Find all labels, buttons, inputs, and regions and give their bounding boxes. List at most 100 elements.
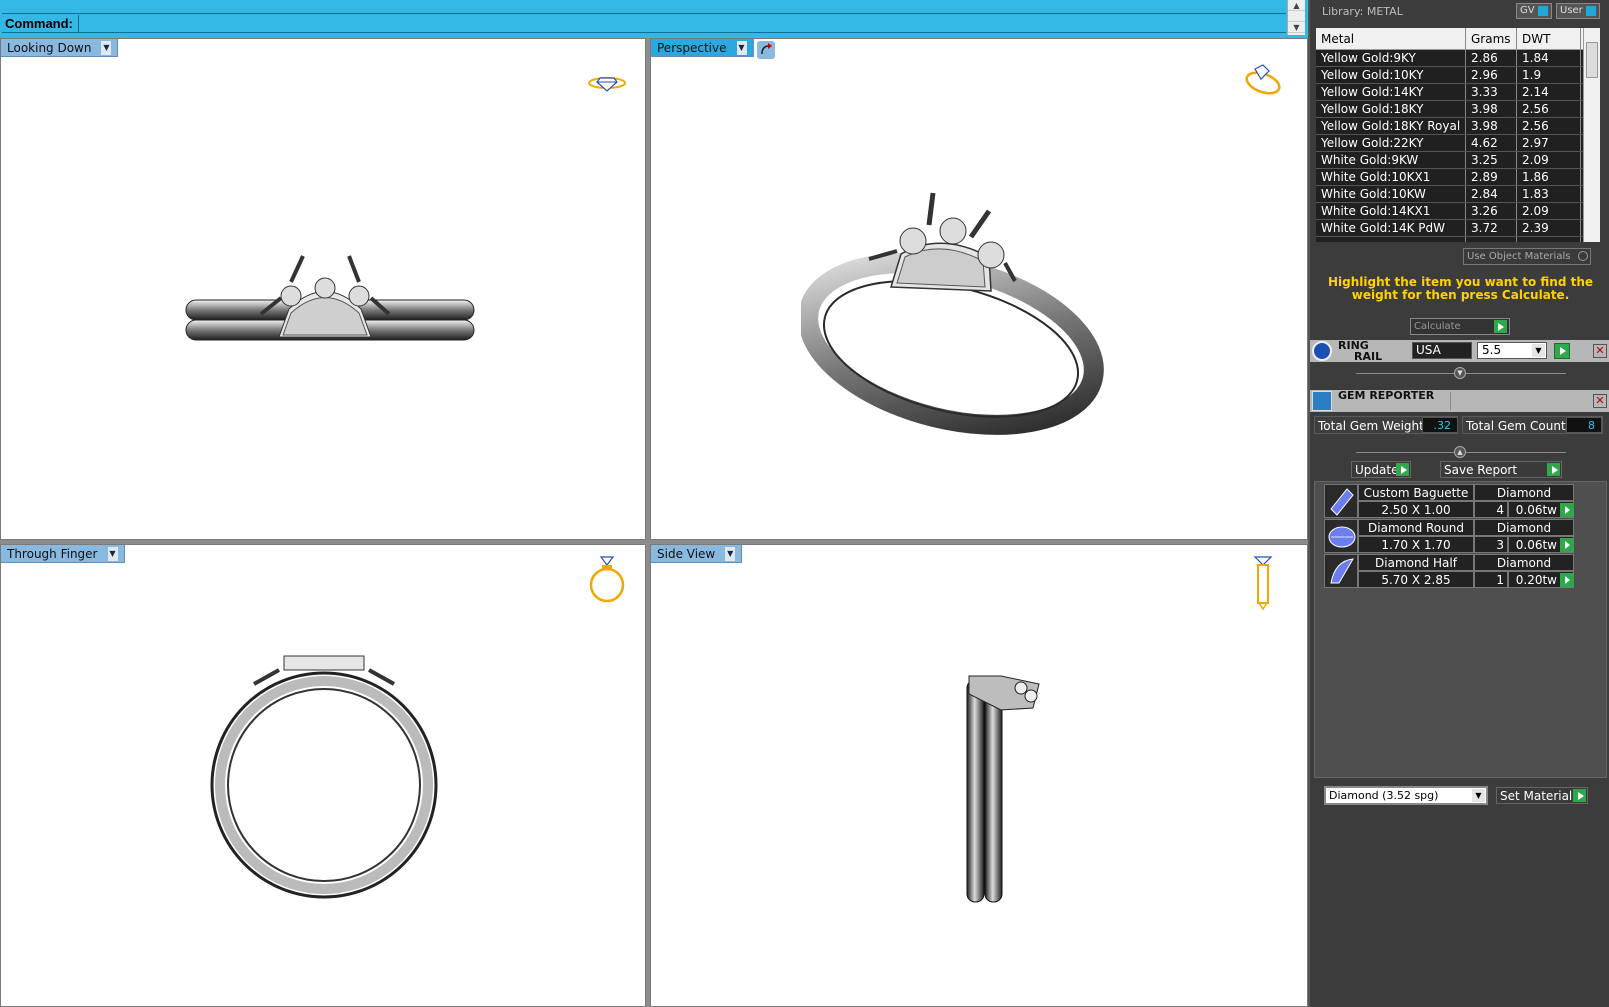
play-icon[interactable] [1560, 573, 1574, 587]
chevron-down-icon[interactable]: ▼ [725, 546, 736, 561]
gem-weight-value: 0.20tw [1515, 573, 1557, 587]
metal-cell: White Gold:14K PdW [1316, 220, 1466, 236]
gem-row[interactable]: Custom Baguette Diamond 2.50 X 1.00 4 0.06tw [1324, 484, 1581, 518]
column-header-dwt[interactable]: DWT [1517, 28, 1581, 49]
round-gem-icon [1324, 519, 1358, 553]
apply-size-button[interactable] [1554, 343, 1570, 359]
table-row[interactable]: Yellow Gold:14KY 3.33 2.14 [1316, 84, 1600, 101]
ring-model-side-view[interactable] [961, 670, 1071, 910]
gem-weight: 0.06tw [1508, 536, 1574, 553]
user-toggle[interactable]: User [1556, 3, 1600, 19]
right-panel: Library: METAL GV User Metal Grams DWT Y… [1308, 0, 1609, 1007]
grams-cell: 3.25 [1466, 152, 1517, 168]
gv-toggle[interactable]: GV [1516, 3, 1552, 19]
table-row[interactable]: White Gold:10KW 2.84 1.83 [1316, 186, 1600, 203]
ring-model-perspective[interactable] [801, 159, 1111, 439]
command-scrollbar[interactable]: ▲ ▼ [1287, 0, 1305, 35]
gem-weight: 0.06tw [1508, 501, 1574, 518]
chevron-down-icon[interactable]: ▼ [736, 40, 747, 55]
table-row[interactable] [1316, 237, 1600, 242]
library-title: Library: METAL [1322, 5, 1403, 18]
set-material-label: Set Material [1500, 789, 1573, 803]
baguette-icon [1324, 484, 1358, 518]
command-input[interactable] [78, 15, 1286, 32]
calculate-button[interactable]: Calculate [1410, 318, 1510, 335]
horizontal-splitter[interactable] [0, 540, 1308, 544]
gem-material: Diamond [1474, 554, 1574, 571]
close-icon[interactable]: ✕ [1593, 344, 1607, 358]
save-report-label: Save Report [1444, 463, 1518, 477]
viewport-through-finger[interactable]: Through Finger ▼ [0, 544, 646, 1007]
dwt-cell: 2.39 [1517, 220, 1581, 236]
ring-model-top-view[interactable] [181, 224, 481, 344]
total-gem-count-value: 8 [1566, 417, 1602, 433]
table-row[interactable]: White Gold:10KX1 2.89 1.86 [1316, 169, 1600, 186]
play-icon[interactable] [1560, 538, 1574, 552]
ring-size-select[interactable]: 5.5 ▼ [1477, 342, 1547, 359]
column-header-metal[interactable]: Metal [1316, 28, 1466, 49]
table-row[interactable]: White Gold:9KW 3.25 2.09 [1316, 152, 1600, 169]
user-label: User [1560, 5, 1583, 16]
half-moon-icon [1324, 554, 1358, 588]
set-material-button[interactable]: Set Material [1496, 787, 1588, 804]
table-row[interactable]: Yellow Gold:18KY Royal 3.98 2.56 [1316, 118, 1600, 135]
gem-weight: 0.20tw [1508, 571, 1574, 588]
gem-reporter-icon [1312, 391, 1332, 411]
viewport-label: Perspective [657, 40, 727, 55]
table-scrollbar[interactable] [1583, 28, 1600, 242]
grams-cell: 3.72 [1466, 220, 1517, 236]
viewport-tab-through-finger[interactable]: Through Finger ▼ [1, 545, 125, 563]
rotate-view-icon[interactable] [757, 41, 775, 59]
gem-list: Custom Baguette Diamond 2.50 X 1.00 4 0.06tw… [1314, 481, 1607, 778]
gem-row[interactable]: Diamond Half MoonDiamond5.70 X 2.851 0.20… [1324, 554, 1581, 588]
size-standard-field[interactable]: USA [1412, 342, 1472, 359]
viewport-tab-side-view[interactable]: Side View ▼ [651, 545, 743, 563]
gem-name: Diamond Half Moon [1358, 554, 1474, 586]
use-object-materials-button[interactable]: Use Object Materials [1463, 248, 1591, 265]
scroll-down-icon[interactable]: ▼ [1288, 22, 1305, 33]
collapse-icon[interactable]: ▲ [1454, 446, 1466, 458]
gem-dimensions: 5.70 X 2.85 [1358, 571, 1474, 588]
table-row[interactable]: Yellow Gold:22KY 4.62 2.97 [1316, 135, 1600, 152]
gem-count: 4 [1474, 501, 1508, 518]
viewport-tab-looking-down[interactable]: Looking Down ▼ [1, 39, 119, 57]
table-body: Yellow Gold:9KY 2.86 1.84 Yellow Gold:10KY 2… [1316, 50, 1600, 237]
dwt-cell: 2.97 [1517, 135, 1581, 151]
view-cube-perspective-icon[interactable] [1241, 63, 1283, 97]
column-header-grams[interactable]: Grams [1466, 28, 1517, 49]
table-row[interactable]: Yellow Gold:10KY 2.96 1.9 [1316, 67, 1600, 84]
table-row[interactable]: Yellow Gold:9KY 2.86 1.84 [1316, 50, 1600, 67]
dwt-cell: 1.84 [1517, 50, 1581, 66]
vertical-splitter[interactable] [646, 38, 650, 1007]
chevron-down-icon[interactable]: ▼ [101, 40, 112, 55]
dwt-cell: 1.86 [1517, 169, 1581, 185]
viewport-perspective[interactable]: Perspective ▼ [650, 38, 1308, 540]
viewport-looking-down[interactable]: Looking Down ▼ [0, 38, 646, 540]
play-icon [1547, 463, 1560, 476]
scroll-up-icon[interactable]: ▲ [1288, 0, 1305, 11]
table-row[interactable]: Yellow Gold:18KY 3.98 2.56 [1316, 101, 1600, 118]
viewport-tab-perspective[interactable]: Perspective ▼ [651, 39, 754, 57]
table-row[interactable]: White Gold:14KX1 3.26 2.09 [1316, 203, 1600, 220]
ring-rail-title-line2: RAIL [1354, 350, 1383, 363]
dwt-cell: 1.83 [1517, 186, 1581, 202]
scroll-thumb[interactable] [1288, 11, 1305, 22]
play-icon[interactable] [1560, 503, 1574, 517]
view-cube-front-icon[interactable] [587, 555, 627, 605]
collapse-icon[interactable]: ▼ [1454, 367, 1466, 379]
table-row[interactable]: White Gold:14K PdW 3.72 2.39 [1316, 220, 1600, 237]
view-cube-top-icon[interactable] [587, 71, 627, 93]
material-select[interactable]: Diamond (3.52 spg) ▼ [1324, 786, 1488, 805]
view-cube-side-icon[interactable] [1251, 555, 1275, 611]
gem-row[interactable]: Diamond Round Diamond 1.70 X 1.70 3 0.06tw [1324, 519, 1581, 553]
metal-cell: Yellow Gold:22KY [1316, 135, 1466, 151]
scroll-thumb[interactable] [1586, 42, 1598, 78]
viewport-side-view[interactable]: Side View ▼ [650, 544, 1308, 1007]
command-line: Command: [2, 13, 1286, 33]
close-icon[interactable]: ✕ [1593, 394, 1607, 408]
save-report-button[interactable]: Save Report [1440, 461, 1562, 478]
chevron-down-icon: ▼ [1472, 789, 1485, 802]
update-button[interactable]: Update [1351, 461, 1411, 478]
ring-model-front-view[interactable] [199, 650, 449, 900]
chevron-down-icon[interactable]: ▼ [107, 546, 118, 561]
